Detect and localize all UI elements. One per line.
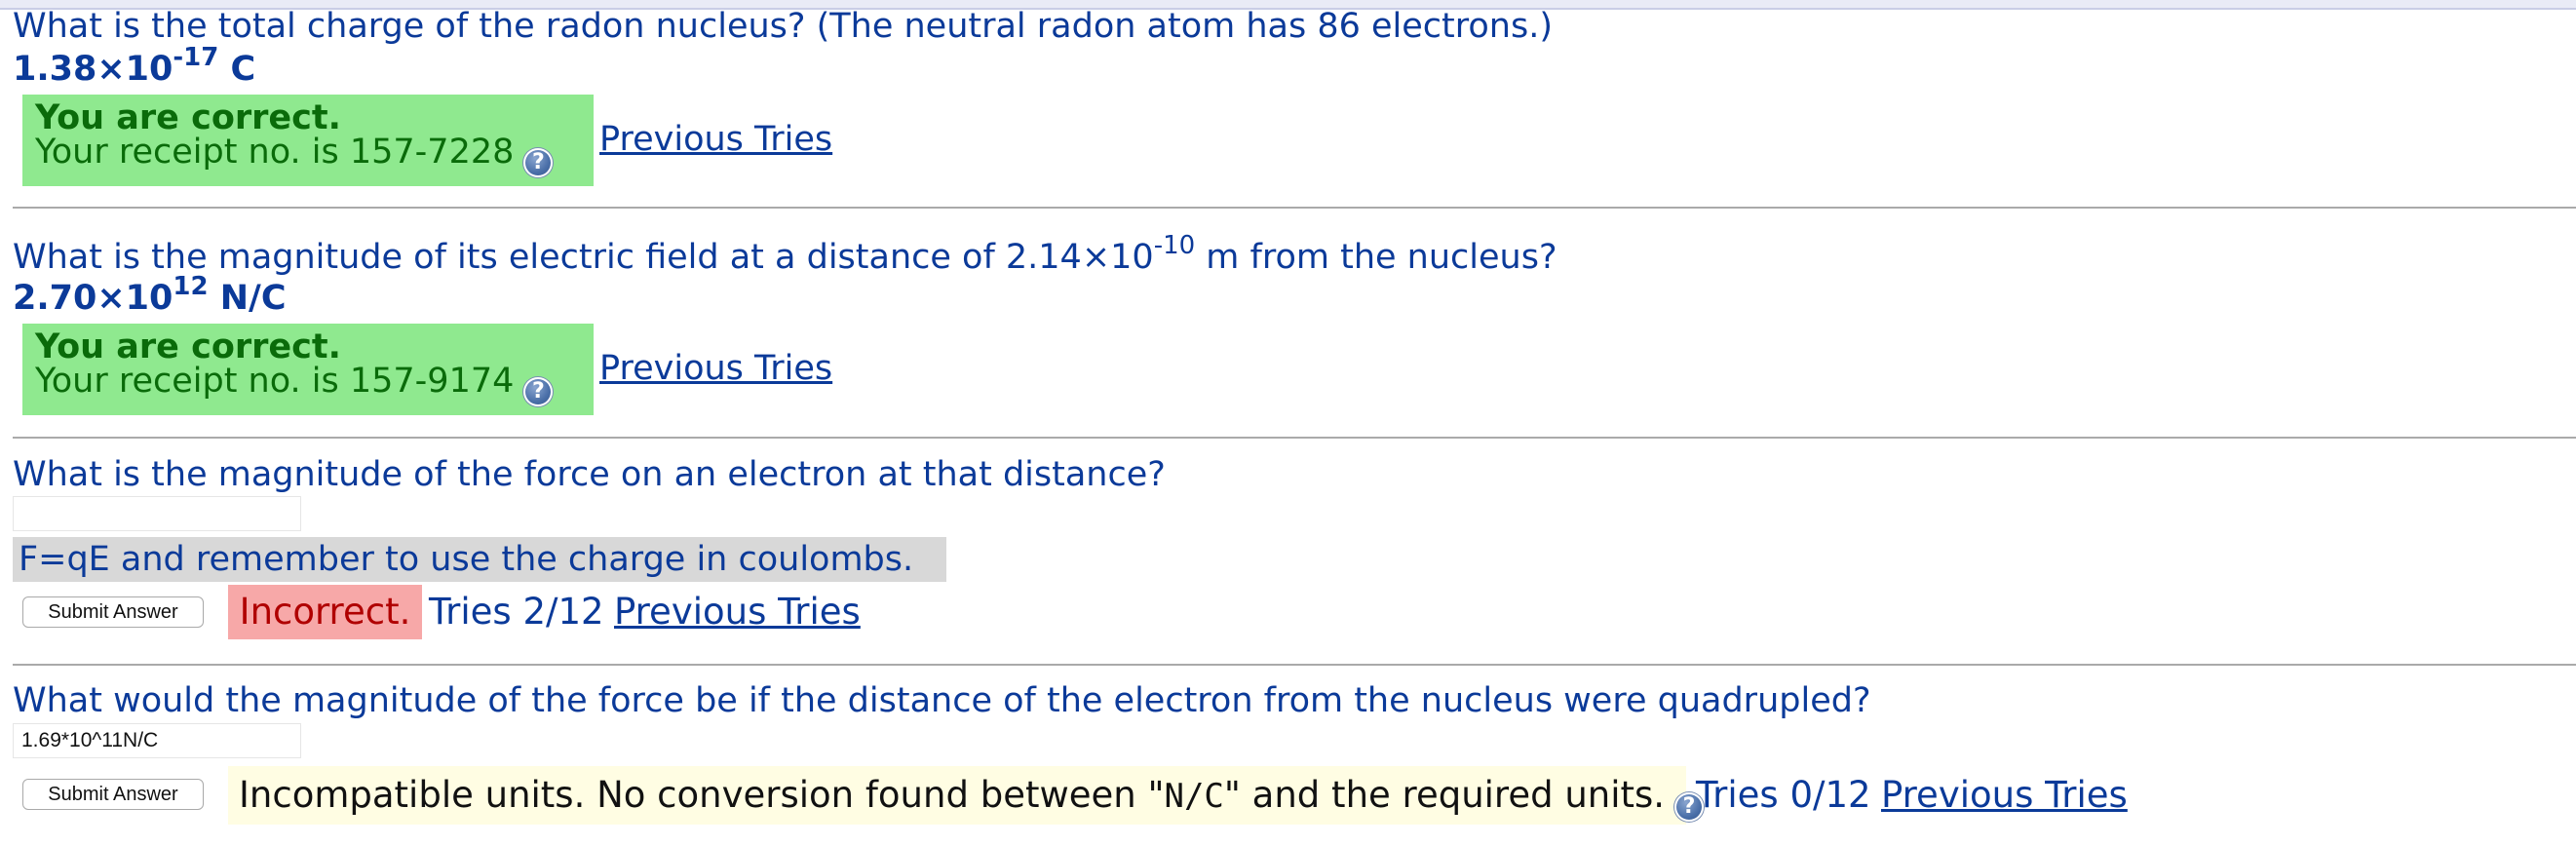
- question-divider: [13, 437, 2576, 439]
- help-icon[interactable]: ?: [523, 377, 554, 406]
- correct-status-box: You are correct. Your receipt no. is 157…: [22, 95, 594, 186]
- question-text-part: m from the nucleus?: [1195, 238, 1557, 277]
- question-2-answer: 2.70×1012 N/C: [13, 274, 287, 319]
- submit-answer-button[interactable]: Submit Answer: [22, 596, 204, 628]
- tries-counter: Tries 2/12: [429, 591, 604, 633]
- incorrect-status: Incorrect.: [228, 585, 422, 639]
- answer-input[interactable]: [13, 496, 301, 531]
- question-4-text: What would the magnitude of the force be…: [13, 681, 1871, 720]
- submit-answer-button[interactable]: Submit Answer: [22, 779, 204, 810]
- units-message-text: Incompatible units. No conversion found …: [239, 774, 1165, 816]
- help-icon[interactable]: ?: [523, 148, 554, 177]
- previous-tries-link[interactable]: Previous Tries: [1881, 775, 2128, 816]
- answer-unit: N/C: [208, 279, 287, 318]
- units-message-unit: N/C: [1164, 777, 1224, 816]
- question-divider: [13, 664, 2576, 666]
- correct-status-title: You are correct.: [35, 98, 341, 137]
- correct-status-box: You are correct. Your receipt no. is 157…: [22, 324, 594, 415]
- previous-tries-link[interactable]: Previous Tries: [599, 348, 832, 389]
- question-2-text: What is the magnitude of its electric fi…: [13, 233, 1557, 278]
- question-1-answer: 1.38×10-17 C: [13, 45, 256, 90]
- receipt-line: Your receipt no. is 157-7228?: [35, 135, 594, 177]
- hint-box: F=qE and remember to use the charge in c…: [13, 537, 946, 582]
- receipt-line: Your receipt no. is 157-9174?: [35, 364, 594, 406]
- tries-counter: Tries 0/12: [1696, 774, 1871, 816]
- answer-mantissa: 1.38×10: [13, 50, 173, 89]
- answer-unit: C: [218, 50, 256, 89]
- answer-exponent: 12: [173, 272, 209, 302]
- distance-exponent: -10: [1153, 231, 1196, 261]
- answer-exponent: -17: [173, 43, 219, 73]
- problem-page: What is the total charge of the radon nu…: [0, 0, 2576, 846]
- question-3-text: What is the magnitude of the force on an…: [13, 455, 1166, 494]
- previous-tries-link[interactable]: Previous Tries: [614, 592, 861, 633]
- question-text-part: What is the magnitude of its electric fi…: [13, 238, 1154, 277]
- receipt-text: Your receipt no. is 157-9174: [35, 362, 515, 401]
- answer-input[interactable]: [13, 723, 301, 758]
- receipt-text: Your receipt no. is 157-7228: [35, 133, 515, 172]
- units-message-text: " and the required units.: [1223, 774, 1666, 816]
- answer-mantissa: 2.70×10: [13, 279, 173, 318]
- question-divider: [13, 207, 2576, 209]
- question-1-text: What is the total charge of the radon nu…: [13, 7, 1554, 46]
- correct-status-title: You are correct.: [35, 327, 341, 366]
- previous-tries-link[interactable]: Previous Tries: [599, 119, 832, 160]
- units-error-message: Incompatible units. No conversion found …: [228, 766, 1705, 825]
